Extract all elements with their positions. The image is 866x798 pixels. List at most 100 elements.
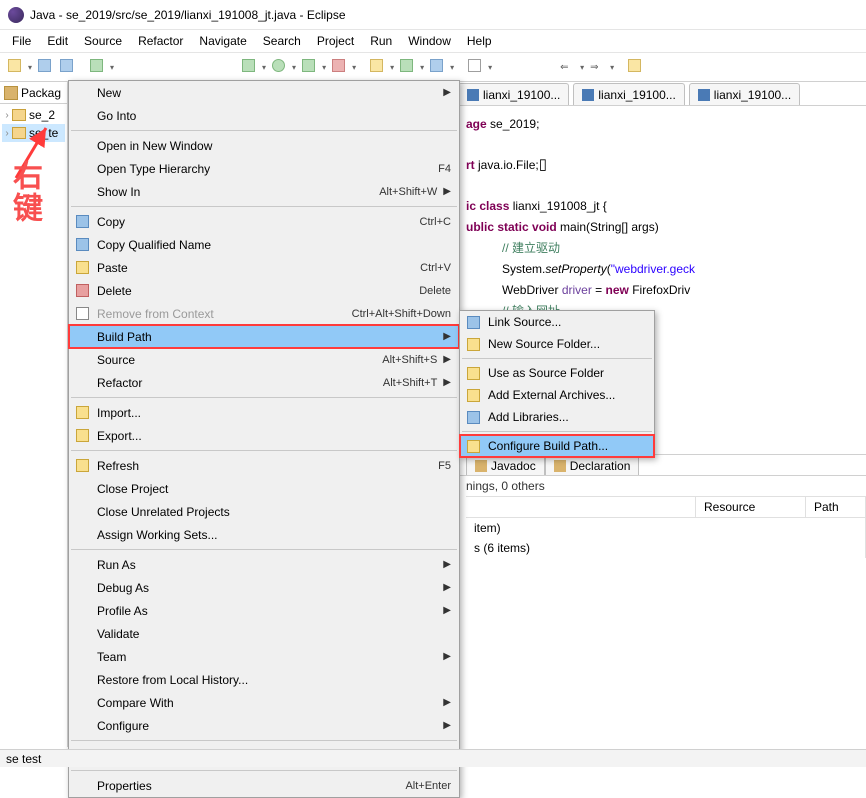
archive-icon [467, 389, 480, 402]
ctx-open-type-hierarchy[interactable]: Open Type HierarchyF4 [69, 157, 459, 180]
ctx-copy-qualified-name[interactable]: Copy Qualified Name [69, 233, 459, 256]
folder-icon [467, 338, 480, 351]
debug-icon[interactable] [242, 59, 258, 75]
javadoc-tab[interactable]: Javadoc [466, 455, 545, 475]
menu-help[interactable]: Help [459, 32, 500, 50]
ctx-refresh[interactable]: RefreshF5 [69, 454, 459, 477]
editor-tab[interactable]: lianxi_19100... [573, 83, 684, 105]
refresh-icon [76, 459, 89, 472]
lib-icon [467, 411, 480, 424]
export-icon [76, 429, 89, 442]
new-icon[interactable] [8, 59, 24, 75]
ctx-remove-from-context: Remove from ContextCtrl+Alt+Shift+Down [69, 302, 459, 325]
ctx-run-as[interactable]: Run As▶ [69, 553, 459, 576]
ctx-go-into[interactable]: Go Into [69, 104, 459, 127]
ctx-configure[interactable]: Configure▶ [69, 714, 459, 737]
declaration-tab[interactable]: Declaration [545, 455, 640, 475]
extlaunch-icon[interactable] [332, 59, 348, 75]
ctx-restore-from-local-history-[interactable]: Restore from Local History... [69, 668, 459, 691]
context-menu: New▶Go Into Open in New WindowOpen Type H… [68, 80, 460, 798]
back-icon[interactable]: ⇐ [560, 59, 576, 75]
annotation-text: 右键 [2, 160, 46, 224]
submenu-add-libraries-[interactable]: Add Libraries... [460, 406, 654, 428]
java-file-icon [698, 89, 710, 101]
newpkg-icon[interactable] [370, 59, 386, 75]
link-icon [467, 316, 480, 329]
menu-run[interactable]: Run [362, 32, 400, 50]
newclass-icon[interactable] [400, 59, 416, 75]
run-icon[interactable] [272, 59, 288, 75]
ctx-paste[interactable]: PasteCtrl+V [69, 256, 459, 279]
editor-tab[interactable]: lianxi_19100... [689, 83, 800, 105]
problems-row[interactable]: item) [466, 518, 866, 538]
delete-icon [76, 284, 89, 297]
ctx-open-in-new-window[interactable]: Open in New Window [69, 134, 459, 157]
config-icon [467, 440, 480, 453]
copy-icon [76, 238, 89, 251]
ctx-copy[interactable]: CopyCtrl+C [69, 210, 459, 233]
wand-icon[interactable] [430, 59, 446, 75]
javadoc-icon [475, 460, 487, 472]
menu-refactor[interactable]: Refactor [130, 32, 191, 50]
ctx-profile-as[interactable]: Profile As▶ [69, 599, 459, 622]
saveall-icon[interactable] [60, 59, 76, 75]
statusbar: se test [0, 749, 866, 767]
ctx-new[interactable]: New▶ [69, 81, 459, 104]
menu-project[interactable]: Project [309, 32, 362, 50]
ctx-close-project[interactable]: Close Project [69, 477, 459, 500]
ctx-compare-with[interactable]: Compare With▶ [69, 691, 459, 714]
pin-icon[interactable] [628, 59, 644, 75]
copy-icon [76, 215, 89, 228]
editor-tab[interactable]: lianxi_19100... [458, 83, 569, 105]
ctx-close-unrelated-projects[interactable]: Close Unrelated Projects [69, 500, 459, 523]
ctx-build-path[interactable]: Build Path▶ [69, 325, 459, 348]
folder-icon [467, 367, 480, 380]
ctx-show-in[interactable]: Show InAlt+Shift+W▶ [69, 180, 459, 203]
ctx-debug-as[interactable]: Debug As▶ [69, 576, 459, 599]
problems-row[interactable]: s (6 items) [466, 538, 866, 558]
menu-file[interactable]: File [4, 32, 39, 50]
submenu-new-source-folder-[interactable]: New Source Folder... [460, 333, 654, 355]
ctx-validate[interactable]: Validate [69, 622, 459, 645]
ctx-properties[interactable]: PropertiesAlt+Enter [69, 774, 459, 797]
menu-window[interactable]: Window [400, 32, 459, 50]
import-icon [76, 406, 89, 419]
menubar: File Edit Source Refactor Navigate Searc… [0, 30, 866, 52]
menu-navigate[interactable]: Navigate [191, 32, 254, 50]
submenu-add-external-archives-[interactable]: Add External Archives... [460, 384, 654, 406]
package-icon [4, 86, 18, 100]
package-explorer-label: Packag [21, 86, 61, 100]
titlebar: Java - se_2019/src/se_2019/lianxi_191008… [0, 0, 866, 30]
coverage-icon[interactable] [302, 59, 318, 75]
window-title: Java - se_2019/src/se_2019/lianxi_191008… [30, 8, 346, 22]
ctx-assign-working-sets-[interactable]: Assign Working Sets... [69, 523, 459, 546]
menu-source[interactable]: Source [76, 32, 130, 50]
submenu-use-as-source-folder[interactable]: Use as Source Folder [460, 362, 654, 384]
menu-search[interactable]: Search [255, 32, 309, 50]
submenu-link-source-[interactable]: Link Source... [460, 311, 654, 333]
ctx-refactor[interactable]: RefactorAlt+Shift+T▶ [69, 371, 459, 394]
ctx-source[interactable]: SourceAlt+Shift+S▶ [69, 348, 459, 371]
col-description[interactable] [466, 497, 696, 517]
java-file-icon [582, 89, 594, 101]
submenu-configure-build-path-[interactable]: Configure Build Path... [460, 435, 654, 457]
ctx-delete[interactable]: DeleteDelete [69, 279, 459, 302]
build-icon[interactable] [90, 59, 106, 75]
paste-icon [76, 261, 89, 274]
status-text: se test [6, 752, 41, 766]
problems-summary: nings, 0 others [466, 476, 866, 496]
ctx-import-[interactable]: Import... [69, 401, 459, 424]
search-icon[interactable] [468, 59, 484, 75]
ctx-export-[interactable]: Export... [69, 424, 459, 447]
col-resource[interactable]: Resource [696, 497, 806, 517]
fwd-icon[interactable]: ⇒ [590, 59, 606, 75]
package-explorer-tab[interactable]: Packag [0, 82, 67, 104]
build-path-submenu: Link Source...New Source Folder... Use as… [459, 310, 655, 458]
menu-edit[interactable]: Edit [39, 32, 76, 50]
declaration-icon [554, 460, 566, 472]
ctx-team[interactable]: Team▶ [69, 645, 459, 668]
save-icon[interactable] [38, 59, 54, 75]
eclipse-icon [8, 7, 24, 23]
col-path[interactable]: Path [806, 497, 866, 517]
java-file-icon [467, 89, 479, 101]
